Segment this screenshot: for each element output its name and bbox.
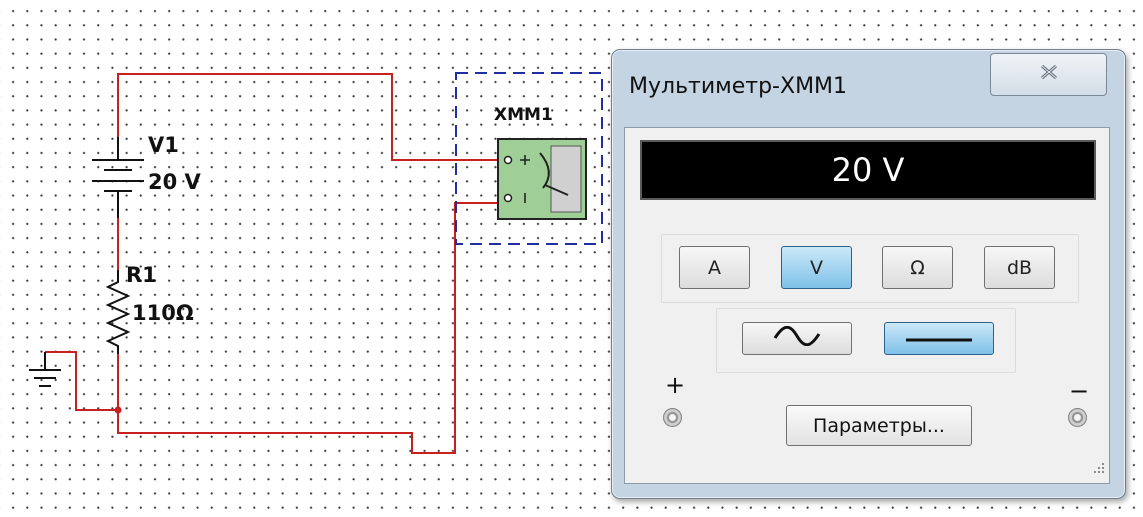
parameters-button[interactable]: Параметры... (786, 405, 972, 446)
source-name: V1 (148, 133, 179, 157)
plus-terminal[interactable] (663, 408, 682, 427)
minus-terminal-label: − (1069, 377, 1090, 405)
mode-voltmeter-button[interactable]: V (781, 246, 852, 289)
plus-terminal-label: + (665, 371, 686, 399)
mode-ohmmeter-button[interactable]: Ω (882, 246, 953, 289)
multimeter-symbol[interactable] (497, 138, 587, 220)
mode-ammeter-button[interactable]: A (679, 246, 750, 289)
wire-junction (114, 406, 122, 414)
multimeter-window[interactable]: Мультиметр-XMM1 20 V A V Ω dB + Параметр… (611, 49, 1126, 499)
ground-symbol (29, 352, 61, 387)
close-button[interactable] (990, 53, 1107, 96)
resistor-value: 110Ω (132, 301, 194, 325)
resistor-name: R1 (126, 263, 157, 287)
schematic-canvas[interactable]: V1 20 V R1 110Ω XMM1 (0, 0, 620, 517)
wire-ground[interactable] (45, 351, 118, 411)
ac-mode-button[interactable] (742, 322, 852, 355)
resize-grip-icon[interactable] (1092, 461, 1106, 480)
mode-decibel-button[interactable]: dB (984, 246, 1055, 289)
wire-bottom[interactable] (117, 202, 500, 454)
source-value: 20 V (148, 170, 202, 194)
dc-line-icon (904, 328, 974, 350)
multimeter-panel: 20 V A V Ω dB + Параметры... − (624, 127, 1110, 484)
minus-terminal[interactable] (1068, 408, 1087, 427)
multimeter-label: XMM1 (494, 105, 553, 125)
window-title: Мультиметр-XMM1 (629, 74, 848, 99)
sine-wave-icon (772, 325, 822, 351)
close-icon (1039, 64, 1059, 85)
battery-symbol (92, 137, 144, 218)
readout-display: 20 V (640, 140, 1096, 200)
dc-mode-button[interactable] (884, 322, 994, 355)
resistor-symbol (105, 270, 131, 354)
